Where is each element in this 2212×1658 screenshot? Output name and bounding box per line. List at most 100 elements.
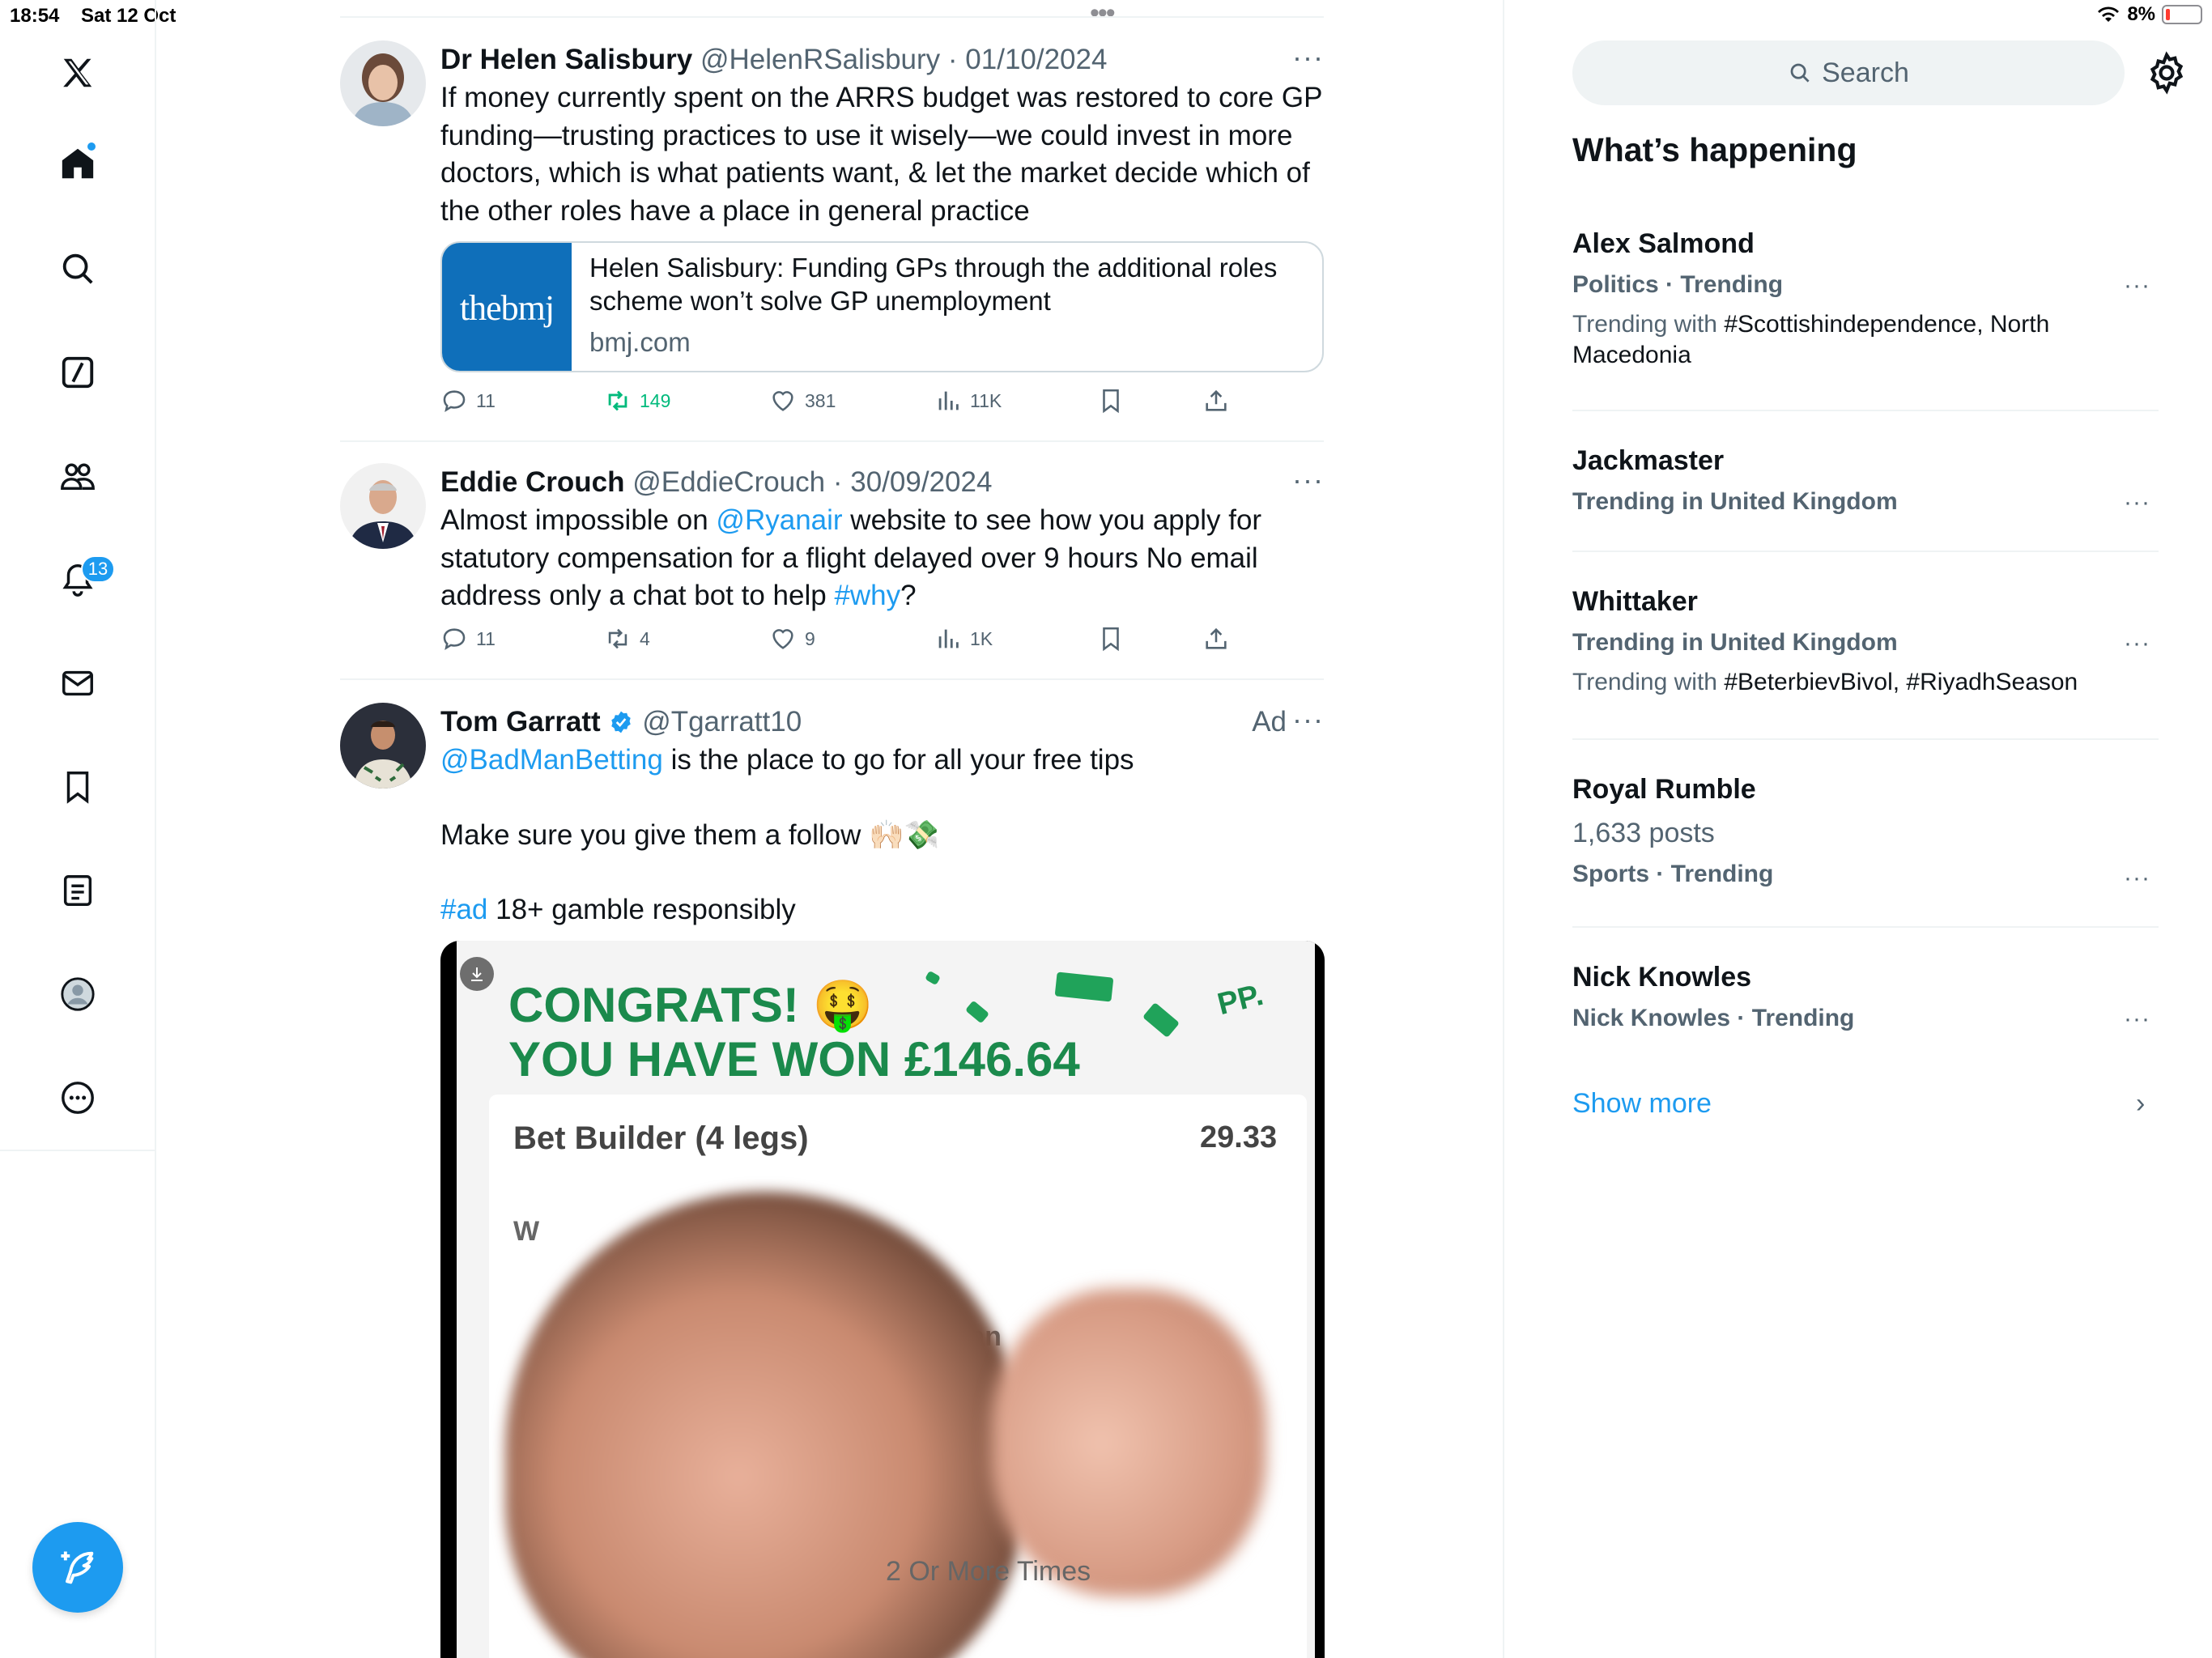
tweet-body: Eddie Crouch @EddieCrouch · 30/09/2024 A… (440, 463, 1324, 615)
trend-context: Nick Knowles · Trending (1572, 1005, 1855, 1031)
show-more-link[interactable]: Show more (1572, 1088, 1712, 1120)
reply-count: 11 (476, 389, 496, 411)
search-icon[interactable] (53, 244, 102, 293)
repost-count: 149 (640, 389, 671, 411)
brand-mark: PP. (1214, 977, 1267, 1022)
bookmarks-icon[interactable] (53, 763, 102, 811)
tweet-text: If money currently spent on the ARRS bud… (440, 82, 1330, 227)
more-options-icon[interactable]: ··· (1292, 463, 1324, 497)
trend-more-icon[interactable]: ··· (2124, 489, 2150, 517)
communities-icon[interactable] (53, 452, 102, 500)
link-card-domain: bmj.com (589, 327, 691, 357)
settings-gear-icon[interactable] (2144, 50, 2189, 96)
trend-more-icon[interactable]: ··· (2124, 272, 2150, 300)
trend-more-icon[interactable]: ··· (2124, 1005, 2150, 1033)
tweet-text-part: 18+ gamble responsibly (487, 894, 796, 925)
reply-button[interactable]: 11 (440, 387, 496, 414)
author-name[interactable]: Eddie Crouch (440, 466, 625, 498)
author-handle[interactable]: @Tgarratt10 (642, 706, 802, 738)
bookmark-button[interactable] (1097, 387, 1125, 414)
avatar[interactable] (340, 463, 426, 549)
promoted-tweet[interactable]: Tom Garratt @Tgarratt10 @BadManBetting i… (340, 703, 1324, 937)
mention-link[interactable]: @Ryanair (716, 504, 842, 536)
heart-icon (772, 629, 793, 649)
author-name[interactable]: Dr Helen Salisbury (440, 44, 692, 75)
tweet-text-line: Make sure you give them a follow 🙌🏻💸 (440, 818, 940, 851)
like-button[interactable]: 381 (769, 387, 836, 414)
views-button[interactable]: 1K (934, 625, 993, 653)
ad-label: Ad (1252, 706, 1287, 738)
mention-link[interactable]: @BadManBetting (440, 744, 663, 776)
link-card[interactable]: thebmj Helen Salisbury: Funding GPs thro… (440, 241, 1324, 372)
confetti (1142, 1001, 1180, 1039)
trend-related-tags[interactable]: #BeterbievBivol, #RiyadhSeason (1724, 669, 2078, 695)
profile-avatar-icon[interactable] (53, 970, 102, 1018)
search-icon (1790, 63, 1810, 83)
reply-icon (443, 390, 466, 412)
tweet-body: Tom Garratt @Tgarratt10 @BadManBetting i… (440, 703, 1324, 929)
more-options-icon[interactable]: ··· (1292, 703, 1324, 737)
author-handle[interactable]: @HelenRSalisbury (700, 44, 940, 75)
tweet-date[interactable]: · 30/09/2024 (833, 466, 993, 498)
compose-button[interactable] (32, 1522, 123, 1613)
x-logo-icon[interactable] (53, 49, 102, 97)
winnings-text: YOU HAVE WON £146.64 (508, 1032, 1080, 1086)
like-button[interactable]: 9 (769, 625, 815, 653)
tweet-actions: 11 4 9 1K (340, 625, 1324, 657)
search-input[interactable]: Search (1572, 40, 2125, 105)
trend-item[interactable]: Nick Knowles Nick Knowles · Trending ··· (1572, 959, 2159, 1035)
trend-item[interactable]: Royal Rumble 1,633 posts Sports · Trendi… (1572, 771, 2159, 891)
timeline-top-divider (340, 16, 1324, 18)
tweet-date[interactable]: · 01/10/2024 (948, 44, 1108, 75)
reply-button[interactable]: 11 (440, 625, 496, 653)
promo-video[interactable]: CONGRATS! 🤑 YOU HAVE WON £146.64 PP. Bet… (440, 941, 1325, 1658)
chevron-right-icon[interactable]: › (2136, 1088, 2145, 1120)
bookmark-button[interactable] (1097, 625, 1125, 653)
author-handle[interactable]: @EddieCrouch (632, 466, 825, 498)
author-name[interactable]: Tom Garratt (440, 706, 601, 738)
trend-context: Politics · Trending (1572, 271, 1784, 298)
trend-item[interactable]: Whittaker Trending in United Kingdom Tre… (1572, 583, 2159, 698)
tweet-text-part: is the place to go for all your free tip… (662, 744, 1134, 776)
trend-more-icon[interactable]: ··· (2124, 865, 2150, 892)
repost-button[interactable]: 149 (604, 387, 670, 414)
trend-related: Trending with #Scottishindependence, Nor… (1572, 309, 2159, 371)
trend-divider (1572, 551, 2159, 552)
share-icon (1206, 389, 1227, 411)
confetti (925, 970, 941, 986)
tweet[interactable]: Dr Helen Salisbury @HelenRSalisbury · 01… (340, 40, 1324, 421)
hashtag-link[interactable]: #ad (440, 894, 487, 925)
share-button[interactable] (1202, 625, 1230, 653)
repost-button[interactable]: 4 (604, 625, 650, 653)
trend-more-icon[interactable]: ··· (2124, 630, 2150, 657)
bet-type-text: Bet Builder (4 legs) (513, 1120, 809, 1156)
download-icon[interactable] (460, 957, 494, 991)
video-frame: CONGRATS! 🤑 YOU HAVE WON £146.64 PP. Bet… (457, 941, 1315, 1658)
more-options-icon[interactable]: ··· (1292, 40, 1324, 74)
lists-icon[interactable] (53, 866, 102, 915)
avatar[interactable] (340, 703, 426, 789)
left-nav: 13 (0, 0, 156, 1658)
tweet[interactable]: Eddie Crouch @EddieCrouch · 30/09/2024 A… (340, 463, 1324, 665)
like-count: 9 (805, 627, 815, 649)
views-button[interactable]: 11K (934, 387, 1002, 414)
trend-post-count: 1,633 posts (1572, 818, 1715, 848)
bet-row-fragment: 2 Or More Times (886, 1556, 1091, 1587)
repost-icon (608, 628, 627, 649)
trend-item[interactable]: Alex Salmond Politics · Trending Trendin… (1572, 225, 2159, 371)
confetti (964, 1000, 990, 1024)
share-button[interactable] (1202, 387, 1230, 414)
nav-divider (0, 1150, 156, 1151)
avatar[interactable] (340, 40, 426, 126)
trend-title: Jackmaster (1572, 445, 1725, 476)
tweet-text-part: ? (900, 580, 917, 611)
tweet-actions: 11 149 381 11K (340, 387, 1324, 419)
trend-item[interactable]: Jackmaster Trending in United Kingdom ··… (1572, 442, 2159, 518)
hashtag-link[interactable]: #why (834, 580, 900, 611)
tweet-header: Eddie Crouch @EddieCrouch · 30/09/2024 (440, 463, 1324, 502)
messages-icon[interactable] (53, 659, 102, 708)
tweet-text-line: #ad 18+ gamble responsibly (440, 891, 1324, 929)
grok-icon[interactable] (53, 348, 102, 397)
more-icon[interactable] (53, 1073, 102, 1122)
trend-title: Royal Rumble (1572, 774, 1756, 805)
